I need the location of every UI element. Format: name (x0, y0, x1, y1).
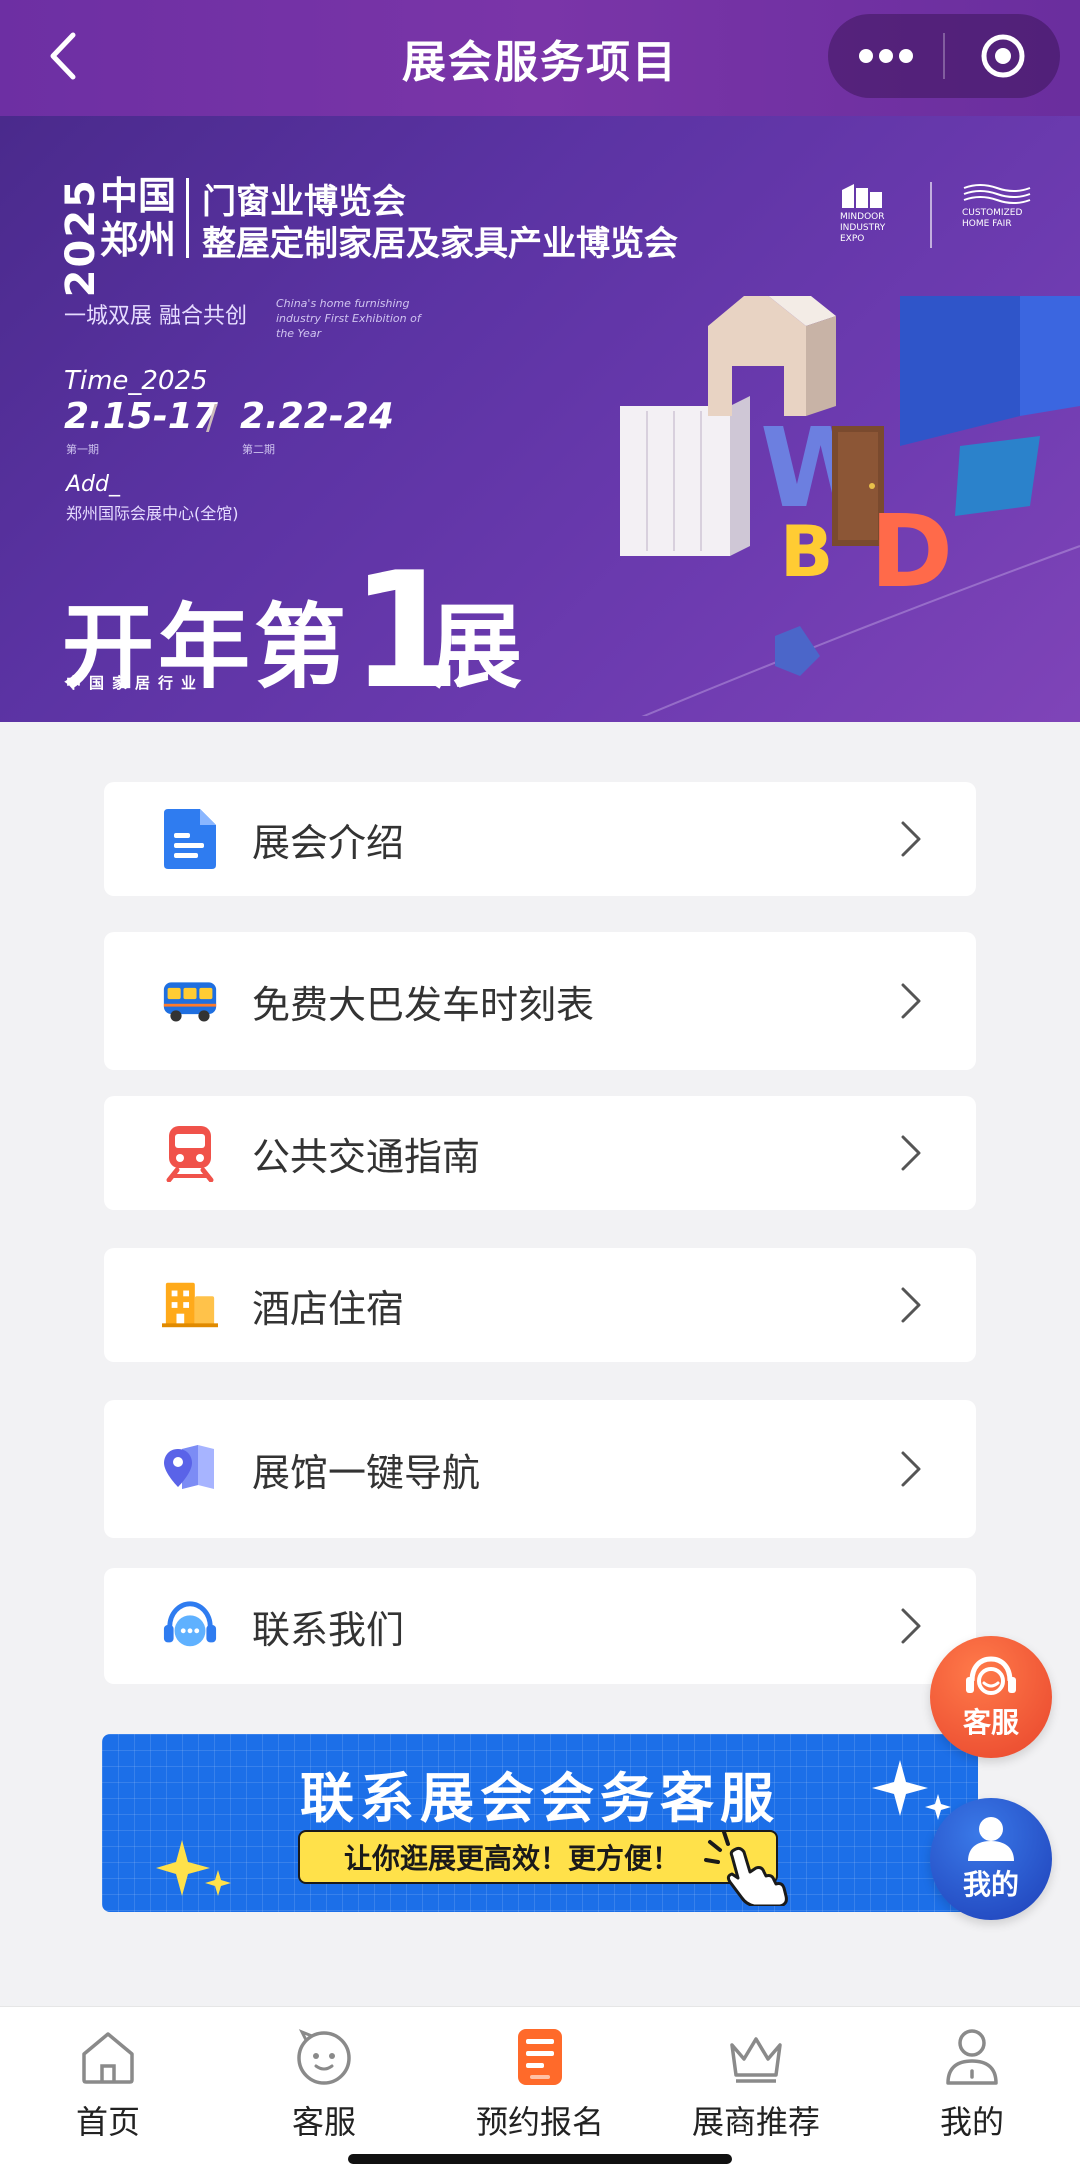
banner-date-separator: / (206, 398, 218, 438)
menu-item-label: 酒店住宿 (252, 1286, 405, 1331)
banner-year: 2025 (58, 178, 104, 298)
banner-3d-artwork: W D B (620, 296, 1080, 716)
more-dots-icon (858, 49, 913, 63)
tab-label: 客服 (291, 2103, 356, 2141)
user-icon (968, 1817, 1014, 1861)
tab-customer-service[interactable]: 客服 (216, 2019, 432, 2141)
menu-item-venue-navigation[interactable]: 展馆一键导航 (104, 1400, 976, 1538)
tab-label: 我的 (939, 2103, 1004, 2141)
menu-item-expo-intro[interactable]: 展会介绍 (104, 782, 976, 896)
menu-item-label: 免费大巴发车时刻表 (252, 982, 595, 1027)
mini-program-capsule (828, 14, 1060, 98)
banner-english-tagline: China's home furnishing industry First E… (276, 297, 421, 340)
map-pin-icon (162, 1441, 218, 1497)
nav-bar: 展会服务项目 (0, 0, 1080, 116)
bus-icon (162, 973, 218, 1029)
menu-item-label: 展会介绍 (252, 820, 405, 865)
mine-float-label: 我的 (962, 1868, 1019, 1901)
banner-time-label: Time_2025 (64, 366, 208, 396)
menu-item-hotel[interactable]: 酒店住宿 (104, 1248, 976, 1362)
hotel-icon (162, 1277, 218, 1333)
tab-registration[interactable]: 预约报名 (432, 2019, 648, 2141)
banner-address: 郑州国际会展中心(全馆) (66, 504, 239, 523)
more-button[interactable] (828, 14, 943, 98)
train-icon (162, 1125, 218, 1182)
register-icon (510, 2027, 570, 2087)
service-banner-title: 联系展会会务客服 (300, 1767, 780, 1830)
menu-item-shuttle-bus[interactable]: 免费大巴发车时刻表 (104, 932, 976, 1070)
chevron-right-icon (896, 819, 926, 859)
banner-headline-sub: 中国家居行业 (66, 674, 205, 692)
tab-label: 首页 (75, 2103, 140, 2141)
home-icon (78, 2027, 138, 2087)
contact-service-banner[interactable]: 联系展会会务客服 让你逛展更高效！更方便！ (102, 1734, 978, 1912)
menu-item-label: 展馆一键导航 (252, 1450, 481, 1495)
headset-icon (966, 1656, 1016, 1695)
bottom-tab-bar: 首页 客服 预约报名 展商推荐 我的 (0, 2006, 1080, 2172)
user-icon (942, 2027, 1002, 2087)
wave-logo-icon (963, 184, 1031, 204)
tab-home[interactable]: 首页 (0, 2019, 216, 2141)
tab-exhibitor-recommend[interactable]: 展商推荐 (648, 2019, 864, 2141)
chevron-right-icon (896, 1606, 926, 1646)
menu-item-label: 公共交通指南 (252, 1134, 481, 1179)
headset-chat-icon (162, 1598, 218, 1654)
expo-banner[interactable]: 2025 中国郑州 门窗业博览会 整屋定制家居及家具产业博览会 一城双展 融合共… (0, 116, 1080, 722)
customized-home-logo-text: CUSTOMIZED HOME FAIR (962, 208, 1023, 229)
sparkle-icon (156, 1840, 231, 1896)
close-app-button[interactable] (945, 14, 1060, 98)
banner-slogan: 一城双展 融合共创 (64, 304, 247, 329)
chevron-right-icon (896, 1285, 926, 1325)
tab-label: 预约报名 (475, 2103, 604, 2141)
banner-date-1: 2.15-17 (64, 396, 218, 437)
banner-city: 中国郑州 (100, 174, 177, 262)
banner-headline-post: 展 (430, 594, 527, 701)
banner-headline-num: 1 (350, 537, 466, 722)
target-circle-icon (981, 34, 1024, 78)
customized-home-logo: CUSTOMIZED HOME FAIR (962, 182, 1042, 230)
menu-item-public-transport[interactable]: 公共交通指南 (104, 1096, 976, 1210)
chevron-right-icon (896, 1133, 926, 1173)
banner-title-2: 整屋定制家居及家具产业博览会 (202, 224, 678, 264)
tab-label: 展商推荐 (691, 2103, 820, 2141)
chevron-right-icon (896, 981, 926, 1021)
banner-date-2-sub: 第二期 (242, 443, 275, 456)
page-title: 展会服务项目 (402, 37, 678, 88)
banner-date-1-sub: 第一期 (66, 443, 99, 456)
customer-service-float-label: 客服 (962, 1706, 1019, 1739)
crown-icon (726, 2027, 786, 2087)
building-logo-icon (842, 184, 882, 208)
document-icon (162, 809, 218, 869)
pointer-hand-icon (704, 1830, 788, 1906)
home-indicator[interactable] (348, 2154, 732, 2164)
banner-add-label: Add_ (66, 472, 120, 497)
menu-item-label: 联系我们 (252, 1607, 405, 1652)
chevron-right-icon (896, 1449, 926, 1489)
mine-float-button[interactable]: 我的 (930, 1798, 1052, 1920)
banner-date-2: 2.22-24 (240, 396, 394, 437)
chevron-left-icon (50, 32, 76, 80)
mindoor-logo: MINDOOR INDUSTRY EXPO (840, 182, 910, 245)
tab-mine[interactable]: 我的 (864, 2019, 1080, 2141)
logo-divider (930, 182, 932, 248)
chat-face-icon (294, 2027, 354, 2087)
banner-divider (186, 178, 189, 258)
back-button[interactable] (30, 24, 94, 88)
svg-text:D: D (870, 493, 953, 610)
svg-text:B: B (780, 511, 833, 593)
menu-item-contact-us[interactable]: 联系我们 (104, 1568, 976, 1684)
customer-service-float-button[interactable]: 客服 (930, 1636, 1052, 1758)
mindoor-logo-text: MINDOOR INDUSTRY EXPO (840, 212, 886, 244)
